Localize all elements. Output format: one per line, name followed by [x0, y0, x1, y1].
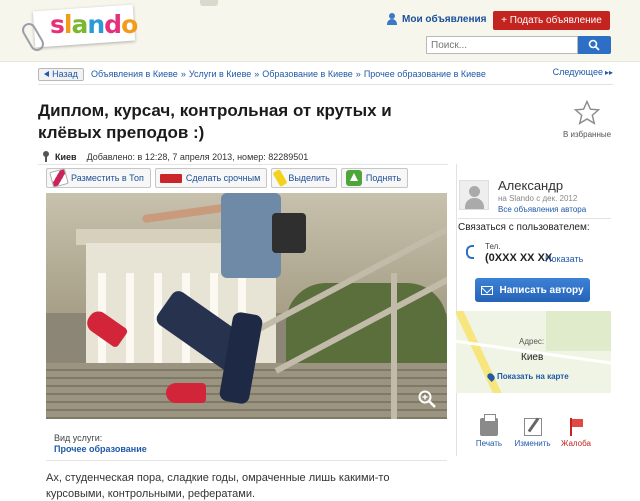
highlight-button[interactable]: Выделить	[271, 168, 337, 188]
promote-actions: Разместить в Топ Сделать срочным Выделит…	[46, 168, 409, 188]
next-label: Следующее	[552, 67, 603, 77]
map-pin-icon	[486, 371, 496, 382]
ad-city: Киев	[55, 151, 77, 162]
my-ads-link[interactable]: Мои объявления	[386, 13, 486, 25]
contact-title: Связаться с пользователем:	[458, 222, 590, 233]
action-label: Сделать срочным	[185, 173, 261, 183]
edit-button[interactable]: Изменить	[514, 418, 552, 452]
complain-button[interactable]: Жалоба	[557, 418, 595, 452]
seller-all-ads-link[interactable]: Все объявления автора	[498, 205, 586, 214]
show-on-map-label: Показать на карте	[497, 372, 569, 381]
ad-tools: Печать Изменить Жалоба	[470, 414, 595, 452]
action-label: Разместить в Топ	[71, 173, 144, 183]
page-title: Диплом, курсач, контрольная от крутых и …	[38, 101, 392, 142]
address-label: Адрес:	[519, 337, 545, 346]
print-label: Печать	[475, 439, 503, 448]
complain-label: Жалоба	[561, 439, 591, 448]
ad-photo[interactable]	[46, 193, 447, 419]
search-input[interactable]	[426, 36, 578, 54]
star-icon	[574, 100, 600, 125]
write-author-button[interactable]: Написать автору	[475, 278, 590, 302]
person-icon	[386, 13, 398, 25]
breadcrumb-item[interactable]: Образование в Киеве	[262, 69, 353, 79]
address-city: Киев	[521, 352, 544, 363]
printer-icon	[480, 414, 498, 436]
logo-text: slando	[50, 10, 138, 39]
my-ads-label: Мои объявления	[402, 13, 487, 25]
breadcrumb: Назад Объявления в Киеве » Услуги в Киев…	[38, 67, 613, 81]
service-type-label: Вид услуги:	[54, 433, 103, 443]
ad-added-info: Добавлено: в 12:28, 7 апреля 2013, номер…	[86, 151, 309, 162]
flag-icon	[567, 418, 585, 436]
breadcrumb-item[interactable]: Прочее образование в Киеве	[364, 69, 486, 79]
pen-icon	[49, 168, 69, 188]
search-bar	[426, 36, 611, 54]
write-author-label: Написать автору	[499, 284, 584, 296]
seller-since: на Slando с дек. 2012	[498, 194, 578, 203]
double-chevron-right-icon: ▸▸	[604, 67, 613, 77]
slando-logo[interactable]: slando	[16, 4, 138, 54]
search-button[interactable]	[578, 36, 611, 54]
header-divider	[38, 84, 613, 85]
back-button[interactable]: Назад	[38, 67, 84, 81]
up-arrow-icon	[345, 170, 362, 186]
location-pin-icon	[42, 151, 50, 162]
favorite-label: В избранные	[562, 130, 612, 139]
breadcrumb-separator: »	[254, 69, 260, 79]
back-arrow-icon	[44, 71, 50, 77]
edit-icon	[523, 418, 542, 436]
show-on-map-link[interactable]: Показать на карте	[486, 371, 569, 382]
site-header: slando Мои объявления + Подать объявлени…	[0, 0, 640, 62]
ad-description: Ах, студенческая пора, сладкие годы, омр…	[46, 472, 390, 500]
top-tab-handle[interactable]	[200, 0, 218, 6]
breadcrumb-item[interactable]: Объявления в Киеве	[91, 69, 178, 79]
sidebar-divider	[456, 164, 457, 456]
breadcrumb-separator: »	[180, 69, 186, 79]
phone-number: (0XXX XX XX	[485, 252, 553, 264]
meta-divider	[38, 164, 448, 165]
top-placement-button[interactable]: Разместить в Топ	[46, 168, 151, 188]
breadcrumb-separator: »	[355, 69, 361, 79]
favorite-button[interactable]: В избранные	[560, 100, 614, 139]
envelope-icon	[481, 285, 494, 295]
next-ad-link[interactable]: Следующее ▸▸	[553, 67, 613, 77]
show-phone-link[interactable]: Показать	[545, 254, 583, 264]
seller-name: Александр	[498, 178, 564, 193]
action-label: Выделить	[288, 173, 330, 183]
action-label: Поднять	[365, 173, 402, 183]
avatar	[459, 180, 489, 210]
post-ad-button[interactable]: + Подать объявление	[493, 11, 610, 30]
phone-label: Тел.	[485, 242, 501, 251]
marker-icon	[272, 169, 288, 187]
back-label: Назад	[52, 69, 78, 79]
ad-meta: Киев Добавлено: в 12:28, 7 апреля 2013, …	[38, 150, 308, 163]
search-icon	[588, 39, 600, 51]
description-divider	[46, 460, 447, 461]
service-type-link[interactable]: Прочее образование	[54, 444, 147, 454]
make-urgent-button[interactable]: Сделать срочным	[154, 168, 268, 188]
print-button[interactable]: Печать	[470, 414, 508, 452]
phone-icon	[466, 245, 474, 259]
urgent-icon	[159, 173, 182, 183]
bump-up-button[interactable]: Поднять	[340, 168, 409, 188]
edit-label: Изменить	[514, 439, 551, 448]
breadcrumb-item[interactable]: Услуги в Киеве	[189, 69, 251, 79]
zoom-icon[interactable]	[417, 389, 437, 409]
